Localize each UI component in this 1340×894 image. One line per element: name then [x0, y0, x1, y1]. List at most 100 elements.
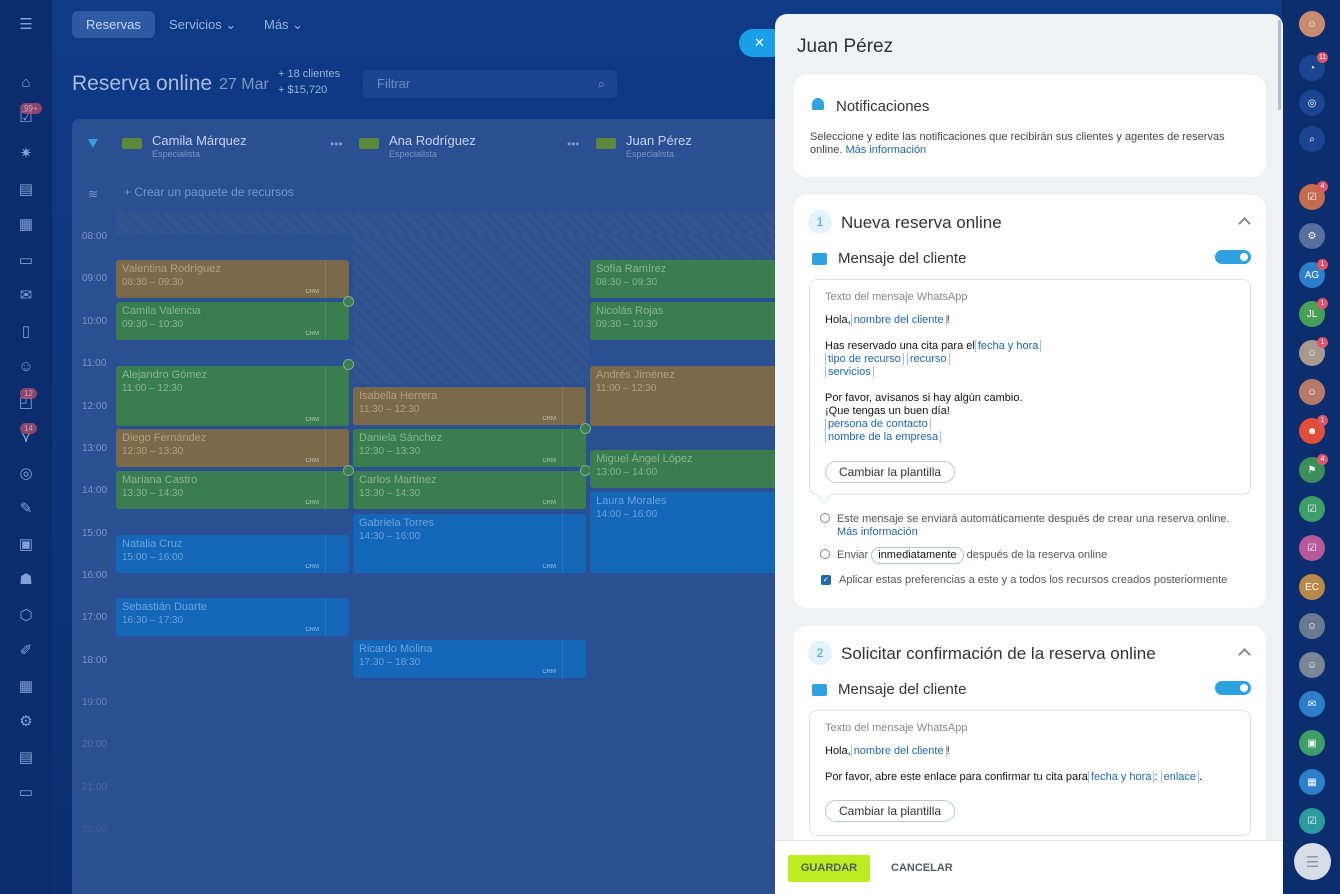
chevron-down-icon[interactable] [562, 640, 586, 678]
booking-event[interactable]: Nicolás Rojas 09:30 – 10:30 [590, 302, 792, 340]
placeholder-tag[interactable]: enlace [1160, 771, 1200, 783]
booking-event[interactable]: Camila Valencia 09:30 – 10:30 CRM [116, 302, 349, 340]
create-package-link[interactable]: + Crear un paquete de recursos [124, 185, 294, 199]
booking-event[interactable]: Alejandro Gómez 11:00 – 12:30 CRM [116, 366, 349, 426]
messenger-button[interactable]: ☰ [1294, 843, 1331, 880]
chevron-down-icon[interactable] [562, 514, 586, 573]
change-template-button[interactable]: Cambiar la plantilla [825, 800, 956, 822]
chevron-down-icon[interactable] [562, 429, 586, 467]
page-icon[interactable]: ▯ [14, 319, 38, 343]
placeholder-tag[interactable]: recurso [906, 353, 950, 365]
clients-count[interactable]: + 18 clientes [278, 68, 340, 80]
user-avatar[interactable]: ☺ [1299, 379, 1325, 405]
booking-event[interactable]: Isabella Herrera 11:30 – 12:30 CRM [353, 387, 586, 425]
placeholder-tag[interactable]: nombre del cliente [850, 314, 947, 326]
booking-event[interactable]: Sebastián Duarte 16:30 – 17:30 CRM [116, 598, 349, 636]
feed-icon[interactable]: ✷ [14, 141, 38, 165]
user-avatar[interactable]: ☺ [1299, 613, 1325, 639]
menu-icon[interactable]: ☰ [14, 12, 38, 36]
edit-doc-icon[interactable]: ✐ [14, 638, 38, 662]
booking-event[interactable]: Diego Fernández 12:30 – 13:30 CRM [116, 429, 349, 467]
calendar-icon[interactable]: ▦ [14, 212, 38, 236]
tab-reservas[interactable]: Reservas [72, 11, 155, 38]
booking-event[interactable]: Daniela Sánchez 12:30 – 13:30 CRM [353, 429, 586, 467]
more-icon[interactable]: ••• [567, 137, 580, 151]
placeholder-tag[interactable]: fecha y hora [1087, 771, 1155, 783]
client-message-toggle[interactable] [1215, 681, 1251, 695]
bot-icon[interactable]: ☗ [14, 567, 38, 591]
user-avatar[interactable]: ☺ [1299, 652, 1325, 678]
placeholder-tag[interactable]: nombre de la empresa [825, 431, 942, 443]
tab-mas[interactable]: Más ⌄ [250, 11, 317, 38]
more-info-link[interactable]: Más información [837, 526, 918, 538]
settings-icon[interactable]: ⚙ [14, 709, 38, 733]
booking-icon[interactable]: ▦ [14, 674, 38, 698]
home-icon[interactable]: ⌂ [14, 70, 38, 94]
booking-event[interactable]: Sofía Ramírez 08:30 – 09:30 [590, 260, 792, 298]
more-info-link[interactable]: Más información [845, 144, 926, 156]
group-chat-icon[interactable]: ⚙ [1299, 223, 1325, 249]
placeholder-tag[interactable]: nombre del cliente [850, 745, 947, 757]
whatsapp-message-box[interactable]: Texto del mensaje WhatsApp Hola, nombre d… [809, 279, 1251, 495]
panel-scrollbar[interactable] [1278, 20, 1281, 110]
chevron-down-icon[interactable] [325, 535, 349, 573]
booking-event[interactable]: Natalia Cruz 15:00 – 16:00 CRM [116, 535, 349, 573]
avatar-ec[interactable]: EC [1299, 574, 1325, 600]
chevron-down-icon[interactable] [325, 471, 349, 509]
chevron-down-icon[interactable] [325, 598, 349, 636]
chevron-up-icon[interactable] [1238, 648, 1251, 661]
resource-column-header[interactable]: Camila Márquez Especialista ••• [116, 129, 352, 169]
chevron-down-icon[interactable] [325, 260, 349, 298]
cancel-button[interactable]: CANCELAR [891, 855, 953, 882]
chevron-down-icon[interactable] [325, 302, 349, 340]
chat-icon[interactable]: ✉ [1299, 691, 1325, 717]
booking-event[interactable]: Gabriela Torres 14:30 – 16:00 CRM [353, 514, 586, 573]
drive-icon[interactable]: ▭ [14, 248, 38, 272]
client-message-toggle[interactable] [1215, 250, 1251, 264]
placeholder-tag[interactable]: persona de contacto [825, 418, 931, 430]
close-panel-button[interactable]: ✕ [739, 29, 779, 57]
booking-event[interactable]: Mariana Castro 13:30 – 14:30 CRM [116, 471, 349, 509]
user-avatar[interactable]: ☺ [1299, 11, 1325, 37]
chevron-down-icon[interactable] [562, 471, 586, 509]
placeholder-tag[interactable]: servicios [825, 366, 874, 378]
sign-icon[interactable]: ✎ [14, 496, 38, 520]
documents-icon[interactable]: ▤ [14, 177, 38, 201]
calendar-filter-icon[interactable] [88, 139, 98, 149]
apply-checkbox[interactable]: ✓ [821, 575, 831, 585]
chevron-down-icon[interactable] [562, 387, 586, 425]
cards-icon[interactable]: ▣ [14, 532, 38, 556]
mail-icon[interactable]: ✉ [14, 283, 38, 307]
placeholder-tag[interactable]: fecha y hora [974, 340, 1042, 352]
booking-event[interactable]: Laura Morales 14:00 – 16:00 [590, 492, 792, 573]
booking-event[interactable]: Valentina Rodríguez 08:30 – 09:30 CRM [116, 260, 349, 298]
storage-icon[interactable]: ▭ [14, 780, 38, 804]
layers-icon[interactable]: ≋ [88, 187, 98, 201]
contact-card-icon[interactable]: ▣ [1299, 730, 1325, 756]
contacts-icon[interactable]: ☺ [14, 354, 38, 378]
board-icon[interactable]: ▤ [14, 745, 38, 769]
target-icon[interactable]: ◎ [1299, 90, 1325, 116]
placeholder-tag[interactable]: tipo de recurso [825, 353, 904, 365]
booking-event[interactable]: Ricardo Molina 17:30 – 18:30 CRM [353, 640, 586, 678]
resource-column-header[interactable]: Juan Pérez Especialista [590, 129, 790, 169]
search-chat-icon[interactable]: ⌕ [1299, 126, 1325, 152]
task-icon[interactable]: ☑ [1299, 808, 1325, 834]
chevron-down-icon[interactable] [325, 366, 349, 426]
booking-event[interactable]: Miguel Ángel López 13:00 – 14:00 [590, 450, 792, 488]
task-icon[interactable]: ☑ [1299, 535, 1325, 561]
resource-column-header[interactable]: Ana Rodríguez Especialista ••• [353, 129, 589, 169]
tab-servicios[interactable]: Servicios ⌄ [155, 11, 250, 38]
task-icon[interactable]: ☑ [1299, 496, 1325, 522]
save-button[interactable]: GUARDAR [788, 855, 870, 882]
whatsapp-message-box[interactable]: Texto del mensaje WhatsApp Hola, nombre d… [809, 710, 1251, 836]
target-icon[interactable]: ◎ [14, 461, 38, 485]
booking-event[interactable]: Andrés Jiménez 11:00 – 12:30 [590, 366, 792, 426]
more-icon[interactable]: ••• [330, 137, 343, 151]
chevron-up-icon[interactable] [1238, 217, 1251, 230]
send-timing-select[interactable]: inmediatamente [871, 547, 964, 564]
filter-input[interactable]: Filtrar ⌕ [363, 70, 617, 98]
chevron-down-icon[interactable] [325, 429, 349, 467]
calendar-icon[interactable]: ▦ [1299, 769, 1325, 795]
box-icon[interactable]: ⬡ [14, 603, 38, 627]
